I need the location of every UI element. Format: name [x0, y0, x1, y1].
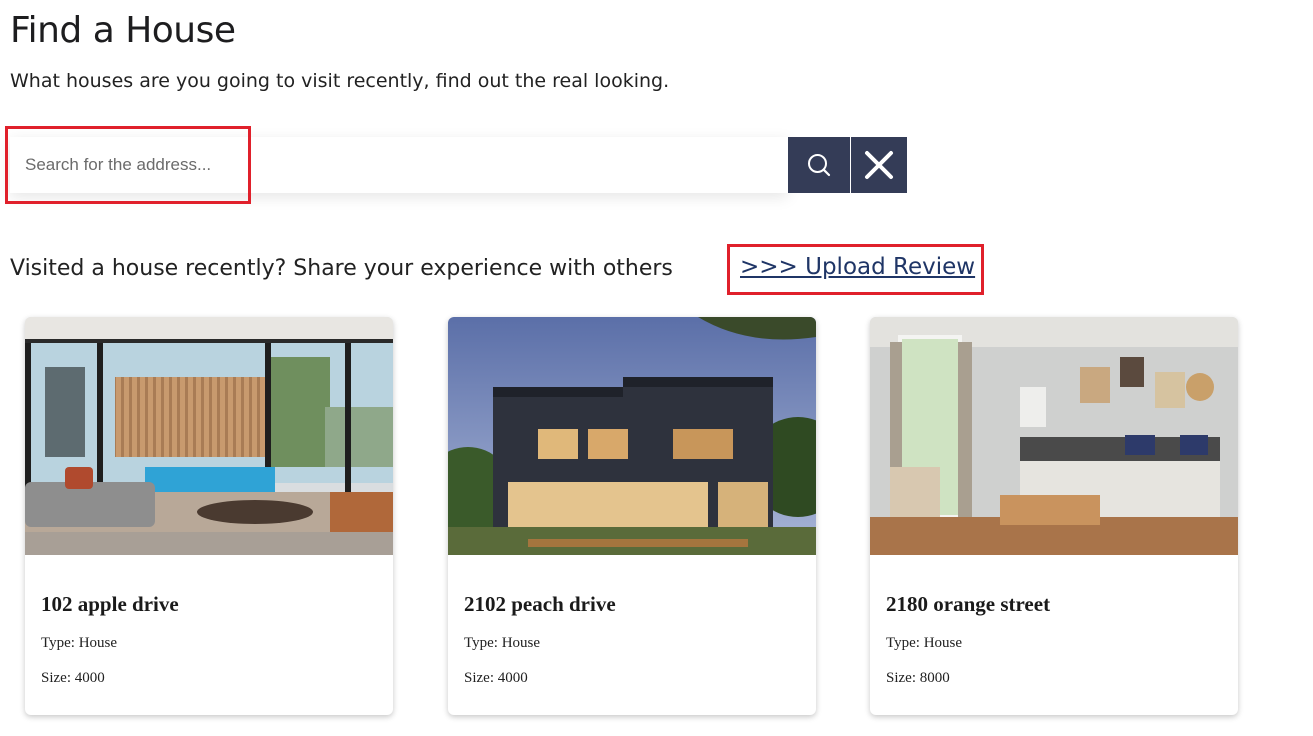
house-card[interactable]: 102 apple drive Type: House Size: 4000	[25, 317, 393, 715]
card-size: Size: 4000	[464, 670, 528, 686]
card-type: Type: House	[464, 635, 541, 651]
card-size: Size: 4000	[41, 670, 105, 686]
card-size: Size: 8000	[886, 670, 950, 686]
search-box	[10, 137, 788, 193]
house-card[interactable]: 2102 peach drive Type: House Size: 4000	[448, 317, 816, 715]
card-type: Type: House	[41, 635, 118, 651]
search-input[interactable]	[10, 137, 788, 193]
clear-button[interactable]	[851, 137, 907, 193]
page-title: Find a House	[10, 10, 236, 51]
house-card[interactable]: 2180 orange street Type: House Size: 800…	[870, 317, 1238, 715]
search-bar	[5, 126, 907, 204]
share-prompt: Visited a house recently? Share your exp…	[10, 256, 673, 281]
upload-review-link[interactable]: >>> Upload Review	[740, 254, 975, 280]
search-button[interactable]	[788, 137, 850, 193]
page: Find a House What houses are you going t…	[0, 0, 1313, 736]
house-image	[448, 317, 816, 555]
card-title: 2102 peach drive	[464, 592, 616, 616]
house-image	[25, 317, 393, 555]
page-subtitle: What houses are you going to visit recen…	[10, 70, 670, 92]
card-title: 102 apple drive	[41, 592, 179, 616]
house-image	[870, 317, 1238, 555]
card-type: Type: House	[886, 635, 963, 651]
close-icon	[865, 151, 893, 179]
search-icon	[808, 154, 831, 177]
card-title: 2180 orange street	[886, 592, 1051, 616]
